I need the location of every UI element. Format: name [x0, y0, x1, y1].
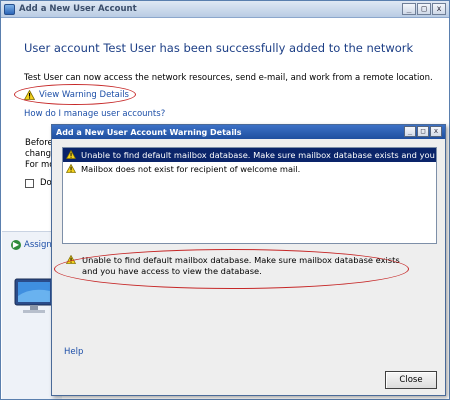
dialog-maximize-button[interactable]: □: [417, 126, 429, 137]
success-description: Test User can now access the network res…: [24, 73, 433, 83]
help-link[interactable]: Help: [64, 347, 83, 357]
warning-triangle-icon: [65, 163, 77, 175]
green-arrow-icon: ▶: [11, 240, 21, 250]
warning-list-item[interactable]: Unable to find default mailbox database.…: [63, 148, 436, 162]
close-button[interactable]: Close: [385, 371, 437, 389]
assign-task-row[interactable]: ▶ Assign: [11, 240, 52, 250]
annotation-ellipse: [54, 249, 409, 289]
warning-dialog-title: Add a New User Account Warning Details: [56, 127, 242, 137]
minimize-button[interactable]: _: [402, 3, 416, 15]
dialog-close-x-button[interactable]: x: [430, 126, 442, 137]
warning-details-dialog: Add a New User Account Warning Details _…: [51, 124, 446, 396]
dialog-minimize-button[interactable]: _: [404, 126, 416, 137]
main-window-titlebar[interactable]: Add a New User Account _ □ x: [1, 1, 449, 18]
manage-user-accounts-link[interactable]: How do I manage user accounts?: [24, 109, 165, 119]
warning-list-item-text: Mailbox does not exist for recipient of …: [81, 164, 301, 174]
success-headline: User account Test User has been successf…: [24, 41, 414, 55]
option-checkbox-row[interactable]: Do: [25, 178, 52, 188]
warning-list-item[interactable]: Mailbox does not exist for recipient of …: [63, 162, 436, 176]
assign-link[interactable]: Assign: [24, 240, 52, 250]
warnings-list[interactable]: Unable to find default mailbox database.…: [62, 147, 437, 244]
option-checkbox[interactable]: [25, 178, 34, 188]
main-window-title: Add a New User Account: [19, 4, 137, 14]
warning-dialog-titlebar[interactable]: Add a New User Account Warning Details _…: [52, 125, 445, 139]
maximize-button[interactable]: □: [417, 3, 431, 15]
warning-triangle-icon: [65, 149, 77, 161]
user-accounts-app-icon: [4, 3, 15, 15]
annotation-ellipse: [14, 84, 136, 105]
close-window-button[interactable]: x: [432, 3, 446, 15]
warning-list-item-text: Unable to find default mailbox database.…: [81, 150, 436, 160]
option-checkbox-label: Do: [40, 178, 52, 188]
